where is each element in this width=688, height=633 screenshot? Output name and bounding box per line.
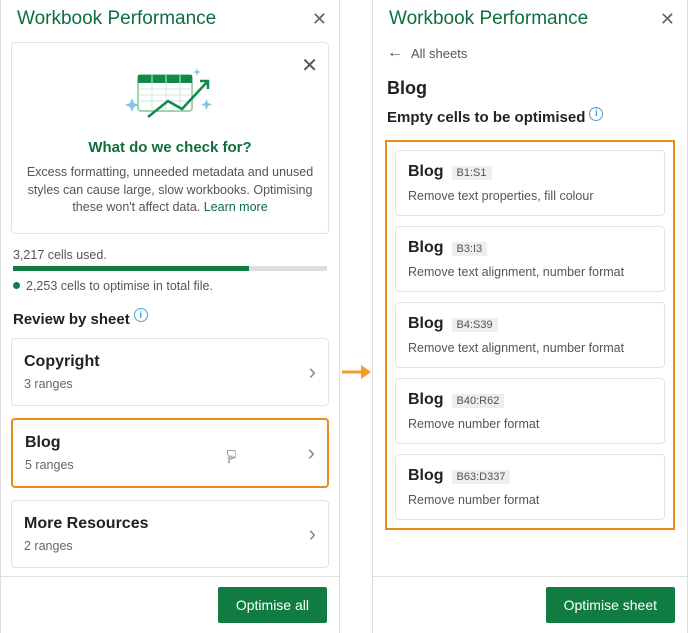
back-link[interactable]: ← All sheets: [373, 38, 687, 70]
learn-more-link[interactable]: Learn more: [204, 200, 268, 214]
close-icon[interactable]: ✕: [312, 9, 327, 30]
back-arrow-icon: ←: [387, 44, 403, 62]
range-sheet: Blog: [408, 239, 444, 257]
range-ref: B63:D337: [452, 470, 511, 484]
chevron-right-icon: ›: [309, 521, 316, 547]
range-ref: B1:S1: [452, 166, 492, 180]
arrow-icon: [340, 0, 372, 633]
range-sheet: Blog: [408, 467, 444, 485]
intro-desc: Excess formatting, unneeded metadata and…: [26, 164, 314, 217]
sheet-name: Blog: [25, 434, 74, 452]
optimise-sheet-button[interactable]: Optimise sheet: [546, 587, 675, 623]
sheet-ranges: 3 ranges: [24, 377, 100, 391]
range-item[interactable]: Blog B3:I3 Remove text alignment, number …: [395, 226, 665, 292]
range-desc: Remove text alignment, number format: [408, 265, 652, 279]
range-desc: Remove number format: [408, 417, 652, 431]
review-heading: Review by sheet: [13, 311, 130, 328]
progress-bar: [13, 266, 327, 271]
cells-to-optimise: 2,253 cells to optimise in total file.: [26, 279, 213, 293]
sheet-name: More Resources: [24, 515, 149, 533]
range-sheet: Blog: [408, 315, 444, 333]
range-sheet: Blog: [408, 391, 444, 409]
sheet-ranges: 2 ranges: [24, 539, 149, 553]
range-desc: Remove number format: [408, 493, 652, 507]
intro-card: ✕: [11, 42, 329, 234]
left-pane: Workbook Performance ✕ ✕: [0, 0, 340, 633]
sheet-row-blog[interactable]: Blog 5 ranges ›: [11, 418, 329, 488]
pane-title: Workbook Performance: [389, 8, 588, 30]
range-ref: B4:S39: [452, 318, 498, 332]
sheet-name: Copyright: [24, 353, 100, 371]
status-dot-icon: [13, 282, 20, 289]
range-item[interactable]: Blog B40:R62 Remove number format: [395, 378, 665, 444]
range-ref: B40:R62: [452, 394, 505, 408]
info-icon[interactable]: i: [134, 308, 148, 322]
range-sheet: Blog: [408, 163, 444, 181]
sheet-row-more-resources[interactable]: More Resources 2 ranges ›: [11, 500, 329, 568]
pane-title: Workbook Performance: [17, 8, 216, 30]
info-icon[interactable]: i: [589, 107, 603, 121]
close-icon[interactable]: ✕: [301, 53, 318, 78]
range-item[interactable]: Blog B1:S1 Remove text properties, fill c…: [395, 150, 665, 216]
back-label: All sheets: [411, 46, 467, 61]
optimise-all-button[interactable]: Optimise all: [218, 587, 327, 623]
chevron-right-icon: ›: [309, 359, 316, 385]
illustration: [26, 61, 314, 131]
right-pane: Workbook Performance ✕ ← All sheets Blog…: [372, 0, 688, 633]
ranges-list: Blog B1:S1 Remove text properties, fill c…: [385, 140, 675, 530]
close-icon[interactable]: ✕: [660, 9, 675, 30]
section-heading: Empty cells to be optimised: [387, 109, 585, 126]
sheet-ranges: 5 ranges: [25, 458, 74, 472]
range-desc: Remove text alignment, number format: [408, 341, 652, 355]
range-item[interactable]: Blog B4:S39 Remove text alignment, number…: [395, 302, 665, 368]
sheet-row-copyright[interactable]: Copyright 3 ranges ›: [11, 338, 329, 406]
cells-used: 3,217 cells used.: [13, 248, 327, 262]
sheet-title: Blog: [373, 70, 687, 109]
range-ref: B3:I3: [452, 242, 488, 256]
chevron-right-icon: ›: [308, 440, 315, 466]
intro-question: What do we check for?: [26, 139, 314, 156]
range-desc: Remove text properties, fill colour: [408, 189, 652, 203]
range-item[interactable]: Blog B63:D337 Remove number format: [395, 454, 665, 520]
